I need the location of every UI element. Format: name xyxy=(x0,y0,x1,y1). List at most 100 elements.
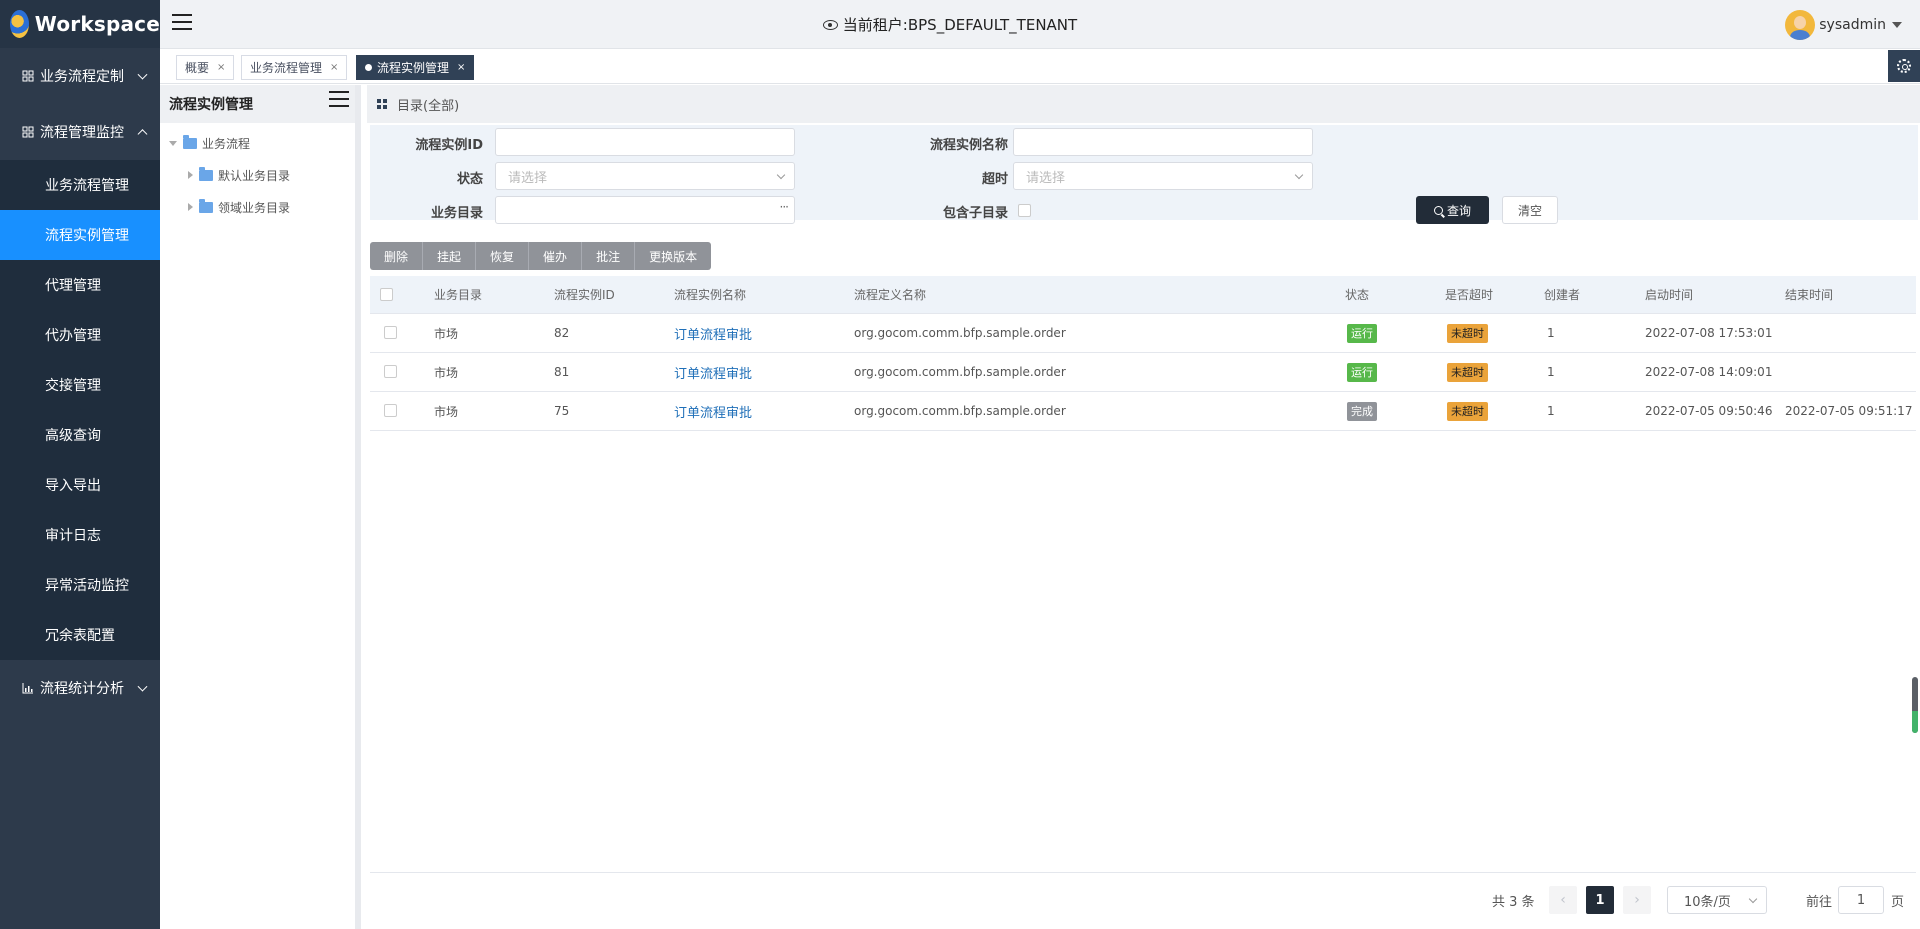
menu-group-label: 业务流程定制 xyxy=(40,69,124,85)
col-header: 结束时间 xyxy=(1785,288,1834,302)
delete-button[interactable]: 删除 xyxy=(370,242,424,270)
instance-id-input[interactable] xyxy=(495,128,795,156)
instance-name-input[interactable] xyxy=(1013,128,1313,156)
expand-arrow-icon[interactable] xyxy=(169,140,177,146)
grid-menu-icon xyxy=(22,70,34,82)
change-version-button[interactable]: 更换版本 xyxy=(635,242,712,270)
table-row[interactable]: 市场 81 订单流程审批 org.gocom.comm.bfp.sample.o… xyxy=(370,353,1916,392)
logo[interactable]: Workspace xyxy=(0,0,160,48)
sidebar-item-redundant-table[interactable]: 冗余表配置 xyxy=(0,610,160,660)
settings-button[interactable] xyxy=(1888,50,1920,82)
cell-start-time: 2022-07-08 17:53:01 xyxy=(1645,326,1773,340)
cell-start-time: 2022-07-08 14:09:01 xyxy=(1645,365,1773,379)
sidebar-item-instance-management[interactable]: 流程实例管理 xyxy=(0,210,160,260)
close-icon[interactable]: × xyxy=(457,62,465,73)
sidebar-item-audit-log[interactable]: 审计日志 xyxy=(0,510,160,560)
sidebar-item-advanced-query[interactable]: 高级查询 xyxy=(0,410,160,460)
clear-button[interactable]: 清空 xyxy=(1502,196,1558,224)
app-title: Workspace xyxy=(34,12,160,36)
cell-creator: 1 xyxy=(1547,365,1555,379)
status-badge: 完成 xyxy=(1347,401,1377,421)
cell-start-time: 2022-07-05 09:50:46 xyxy=(1645,404,1773,418)
folder-icon xyxy=(183,134,197,149)
cell-end-time: 2022-07-05 09:51:17 xyxy=(1785,404,1913,418)
cell-instance-name-link[interactable]: 订单流程审批 xyxy=(674,402,752,421)
tree-node-root[interactable]: 业务流程 xyxy=(160,127,355,159)
tree-node-label: 默认业务目录 xyxy=(218,168,291,183)
table-row[interactable]: 市场 82 订单流程审批 org.gocom.comm.bfp.sample.o… xyxy=(370,314,1916,353)
cell-instance-id: 82 xyxy=(554,326,570,340)
timeout-placeholder: 请选择 xyxy=(1026,170,1066,186)
user-menu[interactable]: sysadmin xyxy=(1785,10,1902,40)
close-icon[interactable]: × xyxy=(217,62,225,73)
logo-icon xyxy=(10,10,29,38)
menu-group-process-monitoring[interactable]: 流程管理监控 xyxy=(0,104,160,160)
tab-process-management[interactable]: 业务流程管理 × xyxy=(241,55,348,80)
sidebar-item-handover-management[interactable]: 交接管理 xyxy=(0,360,160,410)
tab-label: 流程实例管理 xyxy=(377,61,450,75)
cell-instance-id: 81 xyxy=(554,365,570,379)
instance-table: 业务目录 流程实例ID 流程实例名称 流程定义名称 状态 是否超时 创建者 启动… xyxy=(370,276,1916,431)
cell-instance-name-link[interactable]: 订单流程审批 xyxy=(674,363,752,382)
resume-button[interactable]: 恢复 xyxy=(476,242,530,270)
status-select[interactable]: 请选择 xyxy=(495,162,795,190)
tab-instance-management[interactable]: 流程实例管理 × xyxy=(356,55,475,80)
row-checkbox[interactable] xyxy=(384,404,397,417)
page-size-select[interactable]: 10条/页 xyxy=(1667,886,1767,914)
row-checkbox[interactable] xyxy=(384,365,397,378)
folder-icon xyxy=(199,198,213,213)
timeout-select[interactable]: 请选择 xyxy=(1013,162,1313,190)
cell-definition: org.gocom.comm.bfp.sample.order xyxy=(854,326,1066,340)
col-header: 是否超时 xyxy=(1445,288,1494,302)
prev-page-button[interactable]: ‹ xyxy=(1549,886,1577,914)
main-content: 目录(全部) 流程实例ID 流程实例名称 状态 请选择 超时 请选择 业务目录 … xyxy=(367,85,1920,929)
col-header: 流程实例名称 xyxy=(674,288,747,302)
urge-button[interactable]: 催办 xyxy=(529,242,583,270)
select-all-checkbox[interactable] xyxy=(380,288,393,301)
menu-group-statistics[interactable]: 流程统计分析 xyxy=(0,660,160,716)
chevron-down-icon xyxy=(1294,170,1304,180)
collapse-arrow-icon[interactable] xyxy=(188,203,193,211)
cell-creator: 1 xyxy=(1547,404,1555,418)
annotate-button[interactable]: 批注 xyxy=(582,242,636,270)
sidebar-item-exception-monitor[interactable]: 异常活动监控 xyxy=(0,560,160,610)
tree-node-domain-catalog[interactable]: 领域业务目录 xyxy=(160,191,355,223)
sidebar-item-agent-management[interactable]: 代理管理 xyxy=(0,260,160,310)
cell-catalog: 市场 xyxy=(434,365,459,380)
cell-instance-name-link[interactable]: 订单流程审批 xyxy=(674,324,752,343)
username: sysadmin xyxy=(1819,17,1886,33)
folder-icon xyxy=(199,166,213,181)
tree-node-default-catalog[interactable]: 默认业务目录 xyxy=(160,159,355,191)
page-1-button[interactable]: 1 xyxy=(1586,886,1614,914)
collapse-menu-icon[interactable] xyxy=(329,91,349,109)
more-dots-icon[interactable]: ··· xyxy=(780,200,790,214)
goto-prefix: 前往 xyxy=(1806,895,1833,910)
page-scrollbar[interactable] xyxy=(1912,677,1918,733)
cell-definition: org.gocom.comm.bfp.sample.order xyxy=(854,365,1066,379)
goto-page-input[interactable]: 1 xyxy=(1838,886,1884,914)
tabs-bar: 概要 × 业务流程管理 × 流程实例管理 × xyxy=(160,50,1920,84)
catalog-label: 业务目录 xyxy=(430,206,483,221)
include-subdirectory-checkbox[interactable] xyxy=(1018,204,1031,217)
cell-catalog: 市场 xyxy=(434,326,459,341)
status-badge: 运行 xyxy=(1347,323,1377,343)
tree-node-label: 业务流程 xyxy=(202,136,251,151)
cell-definition: org.gocom.comm.bfp.sample.order xyxy=(854,404,1066,418)
catalog-picker[interactable]: ··· xyxy=(495,196,795,224)
sidebar-item-label: 流程实例管理 xyxy=(45,228,129,244)
next-page-button[interactable]: › xyxy=(1623,886,1651,914)
tab-overview[interactable]: 概要 × xyxy=(176,55,235,80)
menu-group-process-customization[interactable]: 业务流程定制 xyxy=(0,48,160,104)
row-checkbox[interactable] xyxy=(384,326,397,339)
search-icon xyxy=(1433,205,1443,215)
sidebar-item-label: 代办管理 xyxy=(45,328,101,344)
sidebar-item-import-export[interactable]: 导入导出 xyxy=(0,460,160,510)
tree-node-label: 领域业务目录 xyxy=(218,200,291,215)
table-row[interactable]: 市场 75 订单流程审批 org.gocom.comm.bfp.sample.o… xyxy=(370,392,1916,431)
sidebar-item-proxy-management[interactable]: 代办管理 xyxy=(0,310,160,360)
suspend-button[interactable]: 挂起 xyxy=(423,242,477,270)
close-icon[interactable]: × xyxy=(330,62,338,73)
sidebar-item-process-management[interactable]: 业务流程管理 xyxy=(0,160,160,210)
query-button[interactable]: 查询 xyxy=(1416,196,1489,224)
collapse-arrow-icon[interactable] xyxy=(188,171,193,179)
